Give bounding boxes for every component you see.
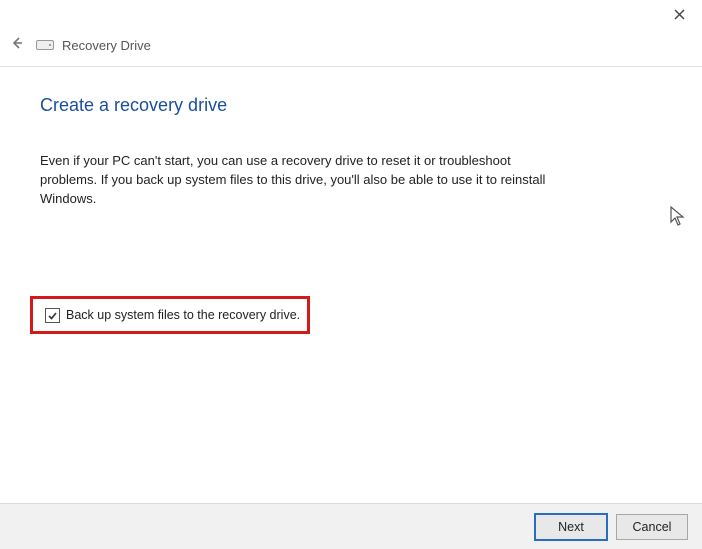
cursor-icon	[670, 206, 688, 233]
recovery-drive-window: Recovery Drive Create a recovery drive E…	[0, 0, 702, 549]
titlebar	[0, 0, 702, 28]
checkmark-icon	[47, 310, 58, 321]
cancel-button-label: Cancel	[633, 520, 672, 534]
backup-checkbox-label: Back up system files to the recovery dri…	[66, 308, 300, 322]
header-row: Recovery Drive	[0, 28, 702, 66]
page-body-text: Even if your PC can't start, you can use…	[40, 152, 560, 209]
next-button[interactable]: Next	[534, 513, 608, 541]
back-button[interactable]	[6, 34, 28, 56]
close-icon	[674, 7, 685, 23]
back-arrow-icon	[10, 36, 24, 55]
backup-checkbox[interactable]	[45, 308, 60, 323]
footer: Next Cancel	[0, 503, 702, 549]
content-area: Create a recovery drive Even if your PC …	[0, 67, 702, 209]
page-heading: Create a recovery drive	[40, 95, 662, 116]
backup-checkbox-row[interactable]: Back up system files to the recovery dri…	[30, 296, 310, 334]
window-title: Recovery Drive	[62, 38, 151, 53]
drive-icon	[36, 39, 54, 51]
close-button[interactable]	[670, 6, 688, 24]
cancel-button[interactable]: Cancel	[616, 514, 688, 540]
next-button-label: Next	[558, 520, 584, 534]
